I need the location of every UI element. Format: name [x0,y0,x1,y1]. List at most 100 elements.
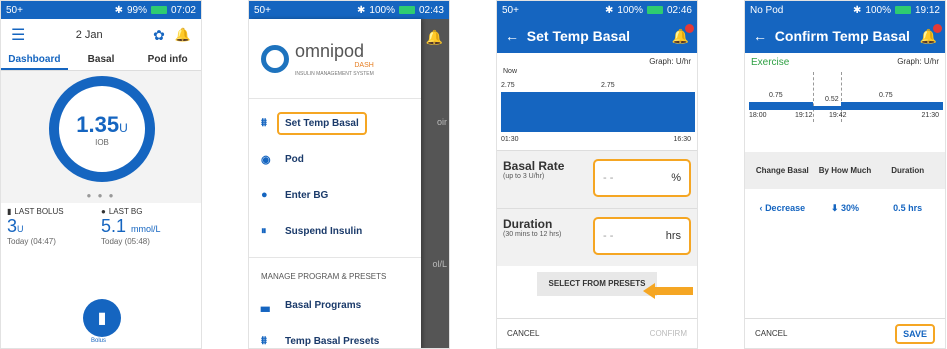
logo-subtitle: INSULIN MANAGEMENT SYSTEM [295,70,374,77]
basal-bar [501,92,695,132]
time-label: 21:30 [921,112,939,119]
tab-basal[interactable]: Basal [68,51,135,70]
back-arrow-icon[interactable]: ← [753,28,767,44]
bolus-button[interactable]: ▮ [83,299,121,337]
last-bg-label: LAST BG [108,207,143,216]
last-bg-value: 5.1 [101,216,127,236]
last-bg-time: Today (05:48) [101,237,150,246]
bell-icon[interactable]: 🔔 [175,27,191,43]
rate-label: 2.75 [601,82,615,89]
bell-icon[interactable]: 🔔 [672,23,694,45]
page-dots[interactable]: ● ● ● [1,191,201,203]
back-arrow-icon[interactable]: ← [505,28,519,44]
temp-basal-icon: ⩩ [261,334,267,347]
status-time: 07:02 [170,4,196,16]
tab-dashboard[interactable]: Dashboard [1,51,68,70]
section-heading: MANAGE PROGRAM & PRESETS [249,257,421,287]
time-marker [813,72,814,122]
bluetooth-icon: ✱ [357,4,366,16]
menu-item-temp-basal-presets[interactable]: ⩩ Temp Basal Presets [249,323,421,348]
time-label: 18:00 [749,112,767,119]
rate-label: 0.75 [769,92,783,99]
status-bar: 50+ ✱ 100% 02:46 [497,1,697,19]
set-temp-basal-screen: 50+ ✱ 100% 02:46 ← Set Temp Basal 🔔 Graph: U… [496,0,698,349]
iob-label: IOB [95,137,109,147]
basal-rate-input[interactable]: - -% [593,159,691,197]
iob-ring: 1.35U IOB [49,76,155,182]
bell-icon: 🔔 [425,29,443,45]
chevron-left-icon: ‹ [759,203,763,213]
arrow-down-icon: ⬇ [830,203,839,213]
bluetooth-icon: ✱ [605,4,614,16]
pause-icon: ⏸ [261,224,267,237]
drop-icon: ● [261,189,268,201]
battery-percent: 99% [126,4,147,16]
logo-dash: DASH [354,61,374,69]
save-button[interactable]: SAVE [895,323,935,344]
status-bar: 50+ ✱ 99% 07:02 [1,1,201,19]
menu-item-basal-programs[interactable]: ▃ Basal Programs [249,287,421,323]
background-text: ol/L [432,259,447,269]
logo-text: omnipod [295,40,365,61]
last-bg-unit: mmol/L [131,224,161,234]
nav-drawer: omnipod DASH INSULIN MANAGEMENT SYSTEM ⩩ Se… [249,19,421,348]
basal-graph: Now 2.75 2.75 01:30 16:30 [501,68,695,143]
page-title: Confirm Temp Basal [774,28,910,44]
menu-item-enter-bg[interactable]: ● Enter BG [249,177,421,213]
status-bar: 50+ ✱ 100% 02:43 [249,1,449,19]
omnipod-logo-icon [261,44,289,73]
last-bolus-label: LAST BOLUS [14,207,64,216]
battery-icon [894,6,911,14]
status-left: 50+ [502,4,519,16]
time-label: 01:30 [501,136,519,143]
confirm-temp-basal-screen: No Pod ✱ 100% 19:12 ← Confirm Temp Basal 🔔 E… [744,0,946,349]
bell-icon[interactable]: 🔔 [920,23,942,45]
battery-percent: 100% [369,4,395,16]
last-bolus-time: Today (04:47) [7,237,56,246]
bluetooth-icon: ✱ [114,4,123,16]
battery-percent: 100% [865,4,891,16]
iob-unit: U [119,120,128,135]
battery-icon [646,6,663,14]
cancel-button[interactable]: CANCEL [755,329,787,338]
menu-item-set-temp-basal[interactable]: ⩩ Set Temp Basal [249,105,421,141]
dashboard-screen: 50+ ✱ 99% 07:02 ☰ 2 Jan ✿ 🔔 Dashboard Basal Pod … [0,0,202,349]
background-text: oir [436,117,447,127]
alert-dot [685,23,694,33]
amount-value: 30% [841,203,860,213]
drop-icon: ● [101,207,106,216]
graph-unit-label: Graph: U/hr [897,57,939,66]
preset-name: Exercise [751,57,790,68]
status-bar: No Pod ✱ 100% 19:12 [745,1,945,19]
tab-pod-info[interactable]: Pod info [134,51,201,70]
menu-icon[interactable]: ☰ [11,25,25,45]
battery-icon [398,6,415,14]
confirm-button[interactable]: CONFIRM [650,329,687,338]
iob-value: 1.35 [76,111,120,137]
now-label: Now [503,68,518,75]
menu-item-pod[interactable]: ◉ Pod [249,141,421,177]
menu-screen: 50+ ✱ 100% 02:43 🔔 oir ol/L omnipod DASH INSULI… [248,0,450,349]
column-header: Duration [891,166,925,175]
rate-label: 2.75 [501,82,515,89]
status-left: 50+ [254,4,271,16]
graph-unit-label: Graph: U/hr [649,57,691,66]
select-presets-button[interactable]: SELECT FROM PRESETS [537,272,657,296]
menu-item-suspend-insulin[interactable]: ⏸ Suspend Insulin [249,213,421,249]
bolus-icon: ▮ [7,207,12,216]
battery-icon [150,6,167,14]
date-label: 2 Jan [75,29,103,41]
column-header: Change Basal [755,166,809,175]
cancel-button[interactable]: CANCEL [507,329,539,338]
rate-label: 0.52 [825,96,839,103]
arrow-left-icon [643,283,693,299]
basal-icon: ▃ [261,299,270,312]
time-label: 19:42 [829,112,847,119]
basal-bar [749,102,813,110]
gear-icon[interactable]: ✿ [153,27,165,44]
duration-input[interactable]: - - hrs [593,217,691,255]
page-title: Set Temp Basal [526,28,631,44]
rate-label: 0.75 [879,92,893,99]
status-left: 50+ [6,4,23,16]
change-value: Decrease [765,203,806,213]
